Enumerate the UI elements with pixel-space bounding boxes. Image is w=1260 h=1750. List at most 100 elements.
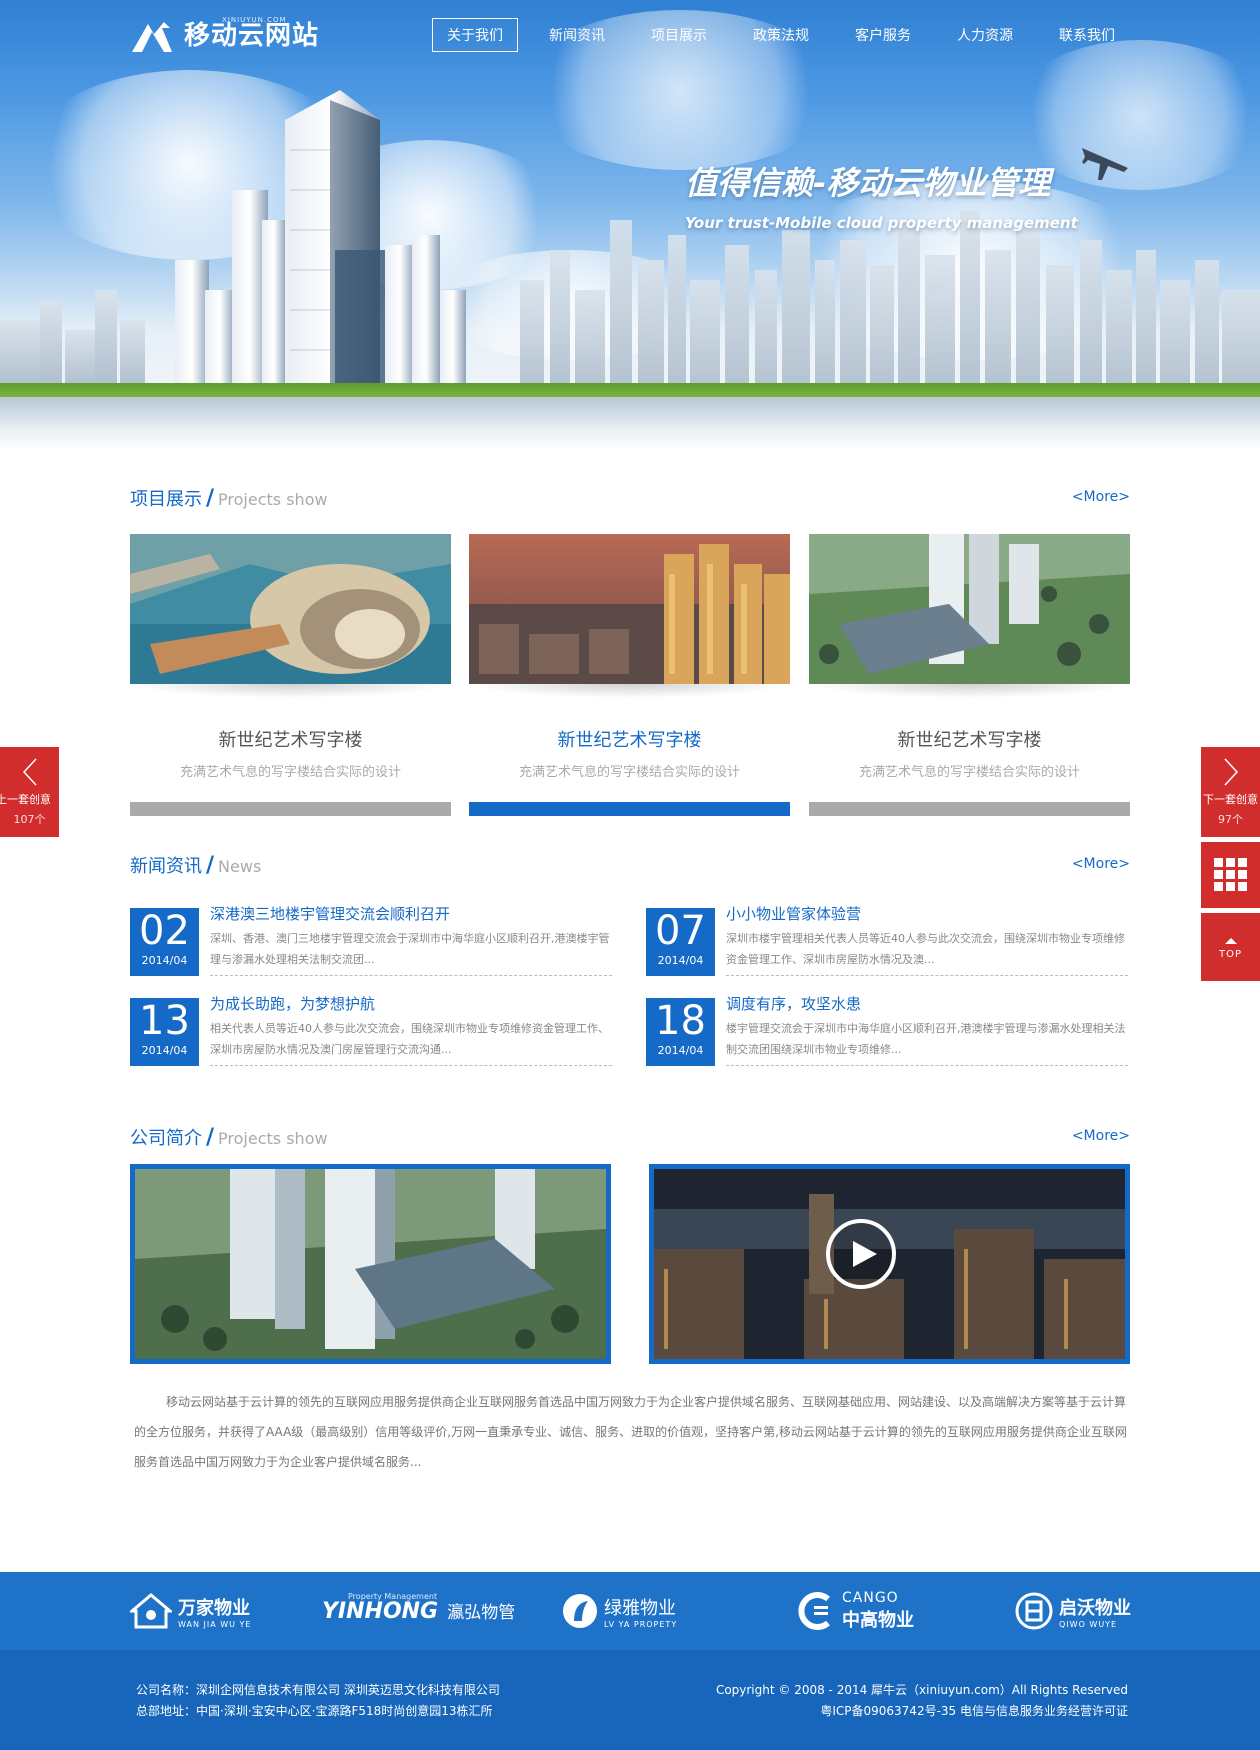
project-card-active[interactable]: 新世纪艺术写字楼 充满艺术气息的写字楼结合实际的设计 — [469, 534, 790, 816]
nav-item-1[interactable]: 关于我们 — [432, 18, 518, 52]
nav-item-7[interactable]: 联系我们 — [1044, 18, 1130, 52]
logo-domain: XINIUYUN.COM — [222, 16, 287, 24]
section-subtitle: News — [218, 857, 262, 876]
news-title[interactable]: 调度有序，攻坚水患 — [726, 994, 1128, 1014]
water-reflection — [0, 397, 1260, 450]
nav-item-6[interactable]: 人力资源 — [942, 18, 1028, 52]
more-link-news[interactable]: <More> — [1072, 856, 1130, 872]
nav-item-5[interactable]: 客户服务 — [840, 18, 926, 52]
company-photo[interactable] — [130, 1164, 611, 1364]
project-name: 新世纪艺术写字楼 — [897, 730, 1042, 751]
nav-item-2[interactable]: 新闻资讯 — [534, 18, 620, 52]
partner-logo[interactable]: 启沃物业 QIWO WUYE — [1015, 1586, 1131, 1636]
project-card[interactable]: 新世纪艺术写字楼 充满艺术气息的写字楼结合实际的设计 — [809, 534, 1130, 816]
news-title[interactable]: 小小物业管家体验营 — [726, 904, 1128, 924]
next-count: 97个 — [1218, 813, 1243, 826]
company-video[interactable] — [649, 1164, 1130, 1364]
card-shadow — [809, 684, 1130, 698]
chevron-left-icon — [22, 758, 37, 786]
news-day: 07 — [655, 908, 706, 954]
news-item[interactable]: 13 2014/04 为成长助跑，为梦想护航 相关代表人员等近40人参与此次交流… — [130, 994, 612, 1068]
footer-copyright: Copyright © 2008 - 2014 犀牛云（xiniuyun.com… — [715, 1683, 1128, 1697]
partner-name: 万家物业 — [178, 1597, 250, 1619]
slogan-english: Your trust-Mobile cloud property managem… — [685, 214, 1078, 232]
partner-logo[interactable]: 绿雅物业 LV YA PROPETY — [562, 1586, 677, 1636]
news-date-badge: 13 2014/04 — [130, 998, 199, 1066]
project-card[interactable]: 新世纪艺术写字楼 充满艺术气息的写字楼结合实际的设计 — [130, 534, 451, 816]
company-intro: 移动云网站基于云计算的领先的互联网应用服务提供商企业互联网服务首选品中国万网致力… — [134, 1395, 1127, 1469]
more-link-company[interactable]: <More> — [1072, 1128, 1130, 1144]
nav-item-4[interactable]: 政策法规 — [738, 18, 824, 52]
city-skyline — [0, 90, 1260, 390]
footer-address: 总部地址：中国·深圳·宝安中心区·宝源路F518时尚创意园13栋汇所 — [136, 1704, 493, 1718]
chevron-right-icon — [1223, 758, 1238, 786]
news-date-badge: 18 2014/04 — [646, 998, 715, 1066]
news-item[interactable]: 02 2014/04 深港澳三地楼宇管理交流会顺利召开 深圳、香港、澳门三地楼宇… — [130, 904, 612, 978]
news-title[interactable]: 深港澳三地楼宇管理交流会顺利召开 — [210, 904, 612, 924]
cango-icon — [798, 1592, 830, 1630]
news-date-badge: 02 2014/04 — [130, 908, 199, 976]
project-list: 新世纪艺术写字楼 充满艺术气息的写字楼结合实际的设计 新世纪艺术写字楼 充满艺术… — [130, 534, 1130, 816]
partner-name: 瀛弘物管 — [447, 1603, 516, 1623]
partner-en: LV YA PROPETY — [604, 1619, 678, 1629]
logo-icon — [132, 22, 172, 52]
grid-menu-button[interactable] — [1201, 842, 1260, 908]
project-desc: 充满艺术气息的写字楼结合实际的设计 — [518, 765, 740, 780]
section-subtitle: Projects show — [218, 490, 328, 509]
partner-name: 中高物业 — [842, 1610, 914, 1631]
airplane-icon — [1082, 148, 1128, 180]
site-logo[interactable]: 移动云网站 XINIUYUN.COM — [130, 16, 319, 54]
partner-en: CANGO — [842, 1590, 899, 1606]
section-title: 新闻资讯 — [130, 856, 202, 877]
project-indicator-bar — [809, 802, 1130, 816]
nav-item-3[interactable]: 项目展示 — [636, 18, 722, 52]
next-theme-tab[interactable]: 下一套创意 97个 — [1201, 747, 1260, 837]
news-title[interactable]: 为成长助跑，为梦想护航 — [210, 994, 612, 1014]
card-shadow — [130, 684, 451, 698]
more-link-projects[interactable]: <More> — [1072, 489, 1130, 505]
prev-theme-tab[interactable]: 上一套创意 107个 — [0, 747, 59, 837]
project-desc: 充满艺术气息的写字楼结合实际的设计 — [858, 765, 1080, 780]
project-image-harbor — [130, 534, 451, 684]
section-title: 公司简介 — [130, 1128, 202, 1149]
footer-company: 公司名称：深圳企网信息技术有限公司 深圳英迈思文化科技有限公司 — [136, 1683, 500, 1697]
top-navigation: 移动云网站 XINIUYUN.COM 关于我们 新闻资讯 项目展示 政策法规 客户服务人… — [0, 0, 1260, 74]
news-item[interactable]: 07 2014/04 小小物业管家体验营 深圳市楼宇管理相关代表人员等近40人参… — [646, 904, 1128, 978]
grid-icon — [1213, 858, 1247, 891]
section-title: 项目展示 — [130, 489, 202, 510]
partner-logo[interactable]: CANGO 中高物业 — [796, 1586, 914, 1636]
project-indicator-bar — [130, 802, 451, 816]
partner-en: QIWO WUYE — [1059, 1619, 1118, 1629]
partner-en: WAN JIA WU YE — [178, 1619, 252, 1629]
project-name: 新世纪艺术写字楼 — [218, 730, 363, 751]
project-name: 新世纪艺术写字楼 — [557, 730, 702, 751]
hero-banner: 移动云网站 XINIUYUN.COM 关于我们 新闻资讯 项目展示 政策法规 客户服务人… — [0, 0, 1260, 450]
leaf-icon — [563, 1594, 597, 1628]
section-subtitle: Projects show — [218, 1129, 328, 1148]
news-summary: 深圳市楼宇管理相关代表人员等近40人参与此次交流会，围绕深圳市物业专项维修资金管… — [726, 932, 1125, 966]
slogan-chinese: 值得信赖-移动云物业管理 — [685, 164, 1051, 202]
back-to-top-button[interactable]: TOP — [1201, 913, 1260, 981]
footer-icp[interactable]: 粤ICP备09063742号-35 电信与信息服务业务经营许可证 — [716, 1701, 1128, 1722]
card-shadow — [469, 684, 790, 698]
news-summary: 楼宇管理交流会于深圳市中海华庭小区顺利召开,港澳楼宇管理与渗漏水处理相关法制交流… — [726, 1022, 1126, 1056]
news-summary: 相关代表人员等近40人参与此次交流会，围绕深圳市物业专项维修资金管理工作、深圳市… — [210, 1022, 609, 1056]
news-day: 18 — [655, 998, 706, 1044]
top-label: TOP — [1218, 949, 1242, 960]
tree-line — [0, 383, 1260, 397]
news-month: 2014/04 — [141, 954, 188, 967]
partner-name: 启沃物业 — [1059, 1597, 1131, 1619]
news-month: 2014/04 — [657, 1044, 704, 1057]
qiwo-icon — [1015, 1592, 1053, 1630]
next-label: 下一套创意 — [1203, 793, 1258, 806]
project-desc: 充满艺术气息的写字楼结合实际的设计 — [179, 765, 401, 780]
section-slash: / — [206, 486, 215, 511]
section-slash: / — [206, 1125, 215, 1150]
partner-en: YINHONG — [322, 1599, 439, 1624]
partner-name: 绿雅物业 — [604, 1597, 676, 1619]
partner-logo[interactable]: 万家物业 WAN JIA WU YE — [130, 1586, 251, 1636]
news-summary: 深圳、香港、澳门三地楼宇管理交流会于深圳市中海华庭小区顺利召开,港澳楼宇管理与渗… — [210, 932, 610, 966]
news-item[interactable]: 18 2014/04 调度有序，攻坚水患 楼宇管理交流会于深圳市中海华庭小区顺利… — [646, 994, 1128, 1068]
play-icon[interactable] — [824, 1217, 898, 1291]
partner-logo[interactable]: Property Management YINHONG 瀛弘物管 — [322, 1586, 515, 1636]
